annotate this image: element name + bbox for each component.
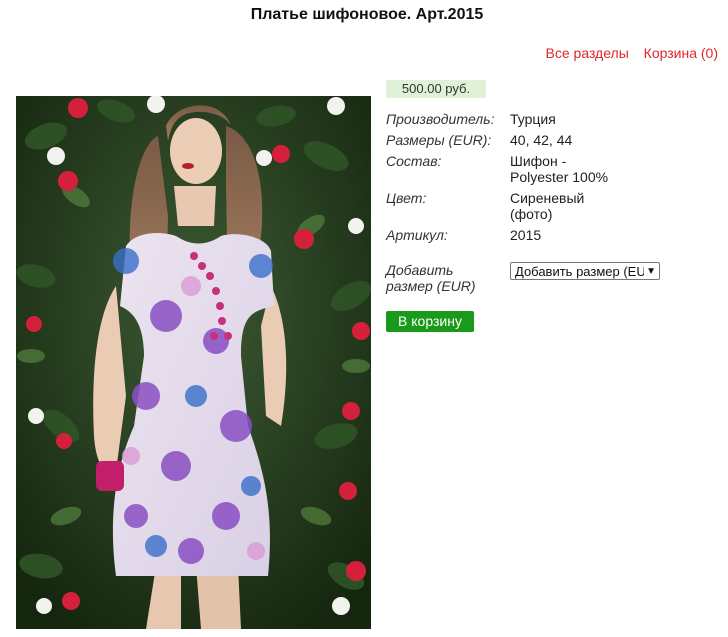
manufacturer-value: Турция [510, 111, 556, 127]
article-label: Артикул: [386, 227, 448, 243]
color-label: Цвет: [386, 190, 427, 206]
size-select-value: Добавить размер (EU [515, 264, 646, 279]
product-photo [16, 96, 371, 629]
chevron-down-icon: ▼ [644, 263, 656, 279]
add-size-label: Добавить размер (EUR) [386, 262, 476, 294]
article-value: 2015 [510, 227, 542, 243]
color-value: Сиреневый (фото) [510, 190, 585, 222]
add-to-cart-button[interactable]: В корзину [386, 311, 474, 332]
page-title: Платье шифоновое. Арт.2015 [250, 6, 484, 23]
all-sections-link[interactable]: Все разделы [546, 45, 629, 61]
size-select[interactable]: Добавить размер (EU ▼ [510, 262, 660, 280]
sizes-label: Размеры (EUR): [386, 132, 492, 148]
top-nav: Все разделы Корзина (0) [535, 45, 718, 61]
manufacturer-label: Производитель: [386, 111, 495, 127]
price-badge: 500.00 руб. [386, 80, 486, 98]
cart-link[interactable]: Корзина (0) [644, 45, 718, 61]
sizes-value: 40, 42, 44 [510, 132, 573, 148]
composition-label: Состав: [386, 153, 442, 169]
composition-value: Шифон - Polyester 100% [510, 153, 609, 185]
